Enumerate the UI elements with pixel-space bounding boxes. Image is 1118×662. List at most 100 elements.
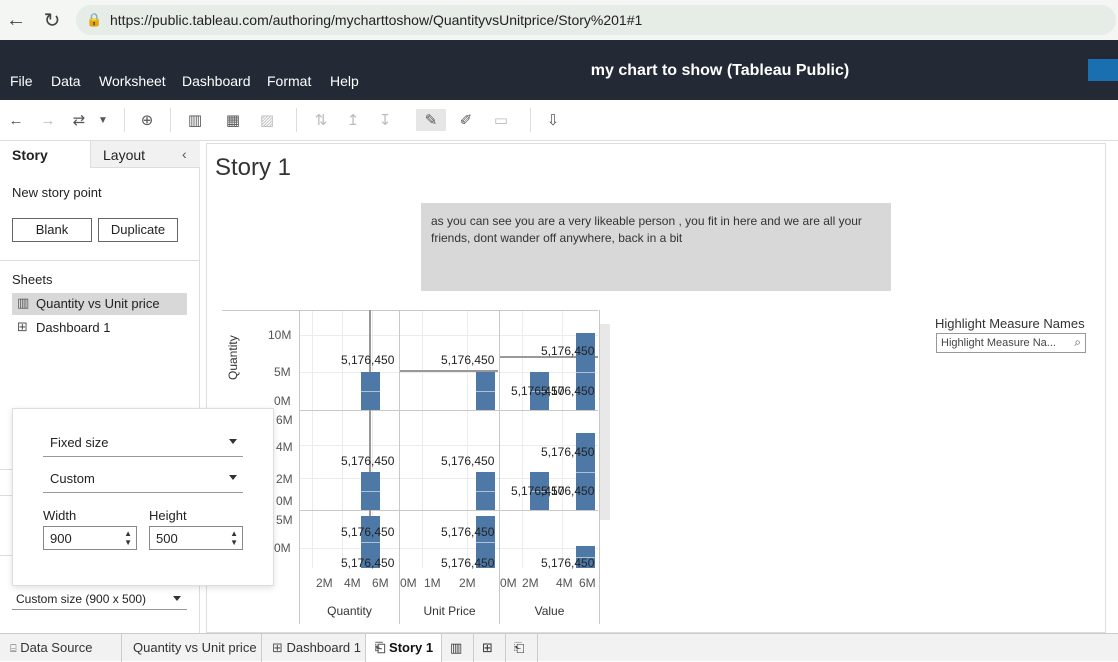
story-icon: ⎗: [375, 640, 386, 655]
x-tick: 6M: [579, 576, 596, 590]
tab-story-1[interactable]: ⎗ Story 1: [366, 634, 442, 662]
data-label: 5,176,450: [541, 344, 595, 358]
bar[interactable]: [361, 372, 380, 410]
tab-data-source[interactable]: ⌸ Data Source: [0, 634, 122, 662]
scrollbar[interactable]: [600, 324, 610, 520]
story-caption[interactable]: as you can see you are a very likeable p…: [421, 203, 891, 291]
preset-dropdown[interactable]: Custom: [43, 467, 243, 493]
reload-icon[interactable]: ↻: [38, 6, 66, 34]
new-story-point-label: New story point: [12, 185, 102, 200]
column-header-unit-price: Unit Price: [423, 604, 476, 618]
size-select[interactable]: Custom size (900 x 500): [12, 588, 187, 610]
y-tick: 10M: [268, 328, 292, 342]
tab-label: Story 1: [389, 640, 434, 655]
annotate-icon[interactable]: ✐: [455, 109, 477, 131]
y-tick: 5M: [276, 513, 293, 527]
worksheet-icon: ▥: [17, 295, 30, 310]
highlight-label: Highlight Measure Names: [935, 316, 1085, 331]
highlight-input[interactable]: Highlight Measure Na... ⌕: [936, 333, 1086, 353]
duplicate-sheet-icon[interactable]: ▦: [222, 109, 244, 131]
data-label: 5,176,450: [441, 525, 495, 539]
back-icon[interactable]: ←: [2, 6, 30, 34]
y-tick: 0M: [276, 494, 293, 508]
x-tick: 4M: [344, 576, 361, 590]
width-label: Width: [43, 508, 77, 523]
dashboard-icon: ⊞: [272, 640, 283, 655]
data-label: 5,176,450: [341, 454, 395, 468]
data-label: 5,176,450: [541, 556, 595, 570]
y-tick: 2M: [276, 472, 293, 486]
blank-button[interactable]: Blank: [12, 218, 92, 242]
duplicate-button[interactable]: Duplicate: [98, 218, 178, 242]
lock-icon: 🔒: [86, 12, 103, 27]
y-tick: 6M: [276, 413, 293, 427]
tab-label: Dashboard 1: [286, 640, 361, 655]
height-stepper[interactable]: 500 ▲ ▼: [149, 526, 243, 550]
data-label: 5,176,450: [541, 384, 595, 398]
sort-ascending-icon[interactable]: ↥: [342, 109, 364, 131]
sort-descending-icon[interactable]: ↧: [374, 109, 396, 131]
tab-quantity-vs-unit-price[interactable]: Quantity vs Unit price: [122, 634, 262, 662]
data-label: 5,176,450: [541, 445, 595, 459]
chevron-down-icon: [229, 475, 237, 480]
url-text: https://public.tableau.com/authoring/myc…: [110, 12, 643, 28]
app-title: my chart to show (Tableau Public): [590, 62, 850, 79]
replay-dropdown-icon[interactable]: ▼: [92, 109, 114, 131]
database-icon: ⌸: [10, 643, 17, 655]
collapse-icon[interactable]: ‹: [182, 146, 187, 162]
download-icon[interactable]: ⇩: [542, 109, 564, 131]
fit-icon[interactable]: ▭: [486, 109, 516, 131]
size-select-value: Custom size (900 x 500): [16, 592, 147, 606]
bar[interactable]: [476, 372, 495, 410]
sheets-heading: Sheets: [12, 272, 53, 287]
publish-button[interactable]: [1088, 59, 1118, 81]
sheet-item-label: Dashboard 1: [36, 320, 111, 335]
bar[interactable]: [361, 472, 380, 510]
y-tick: 0M: [274, 394, 291, 408]
address-bar[interactable]: 🔒 https://public.tableau.com/authoring/m…: [76, 5, 1116, 35]
new-sheet-icon[interactable]: ▥: [184, 109, 206, 131]
swap-icon[interactable]: ⇅: [310, 109, 332, 131]
tab-dashboard-1[interactable]: ⊞ Dashboard 1: [262, 634, 366, 662]
data-label: 5,176,450: [341, 556, 395, 570]
x-tick: 2M: [316, 576, 333, 590]
undo-icon[interactable]: ←: [5, 109, 27, 131]
chevron-down-icon: [229, 439, 237, 444]
data-label: 5,176,450: [441, 353, 495, 367]
column-header-quantity: Quantity: [327, 604, 372, 618]
size-mode-dropdown[interactable]: Fixed size: [43, 431, 243, 457]
browser-bar: ← ↻ 🔒 https://public.tableau.com/authori…: [0, 0, 1118, 40]
sheet-item-dashboard-1[interactable]: ⊞ Dashboard 1: [12, 317, 187, 339]
preset-value: Custom: [50, 471, 95, 486]
y-tick: 0M: [274, 541, 291, 555]
new-story-icon[interactable]: ⎗: [506, 634, 538, 662]
y-tick: 5M: [274, 365, 291, 379]
width-value: 900: [50, 531, 72, 546]
size-mode-value: Fixed size: [50, 435, 109, 450]
x-tick: 2M: [522, 576, 539, 590]
stepper-arrows-icon[interactable]: ▲ ▼: [230, 529, 238, 547]
data-label: 5,176,450: [341, 353, 395, 367]
app-header: File Data Worksheet Dashboard Format Hel…: [0, 40, 1118, 100]
x-tick: 6M: [372, 576, 389, 590]
sheet-item-label: Quantity vs Unit price: [36, 296, 160, 311]
x-tick: 2M: [459, 576, 476, 590]
x-tick: 1M: [424, 576, 441, 590]
clear-sheet-icon[interactable]: ▨: [256, 109, 278, 131]
viz: Quantity 10M 5M 0M 6M 4M 2M 0M 5M 0M 5,1…: [222, 310, 610, 624]
tab-story[interactable]: Story: [0, 141, 90, 168]
new-worksheet-icon[interactable]: ▥: [442, 634, 474, 662]
bar[interactable]: [476, 472, 495, 510]
new-dashboard-icon[interactable]: ⊞: [474, 634, 506, 662]
tab-label: Quantity vs Unit price: [133, 640, 257, 655]
redo-icon[interactable]: →: [37, 109, 59, 131]
x-tick: 0M: [500, 576, 517, 590]
toolbar: ← → ⇄ ▼ ⊕ ▥ ▦ ▨ ⇅ ↥ ↧ ✎ ✐ ▭ ⇩: [0, 100, 1118, 141]
highlight-icon[interactable]: ✎: [416, 109, 446, 131]
width-stepper[interactable]: 900 ▲ ▼: [43, 526, 137, 550]
replay-icon[interactable]: ⇄: [68, 109, 90, 131]
chevron-down-icon: [173, 596, 181, 601]
sheet-item-quantity-vs-unit-price[interactable]: ▥ Quantity vs Unit price: [12, 293, 187, 315]
new-data-source-icon[interactable]: ⊕: [136, 109, 158, 131]
stepper-arrows-icon[interactable]: ▲ ▼: [124, 529, 132, 547]
